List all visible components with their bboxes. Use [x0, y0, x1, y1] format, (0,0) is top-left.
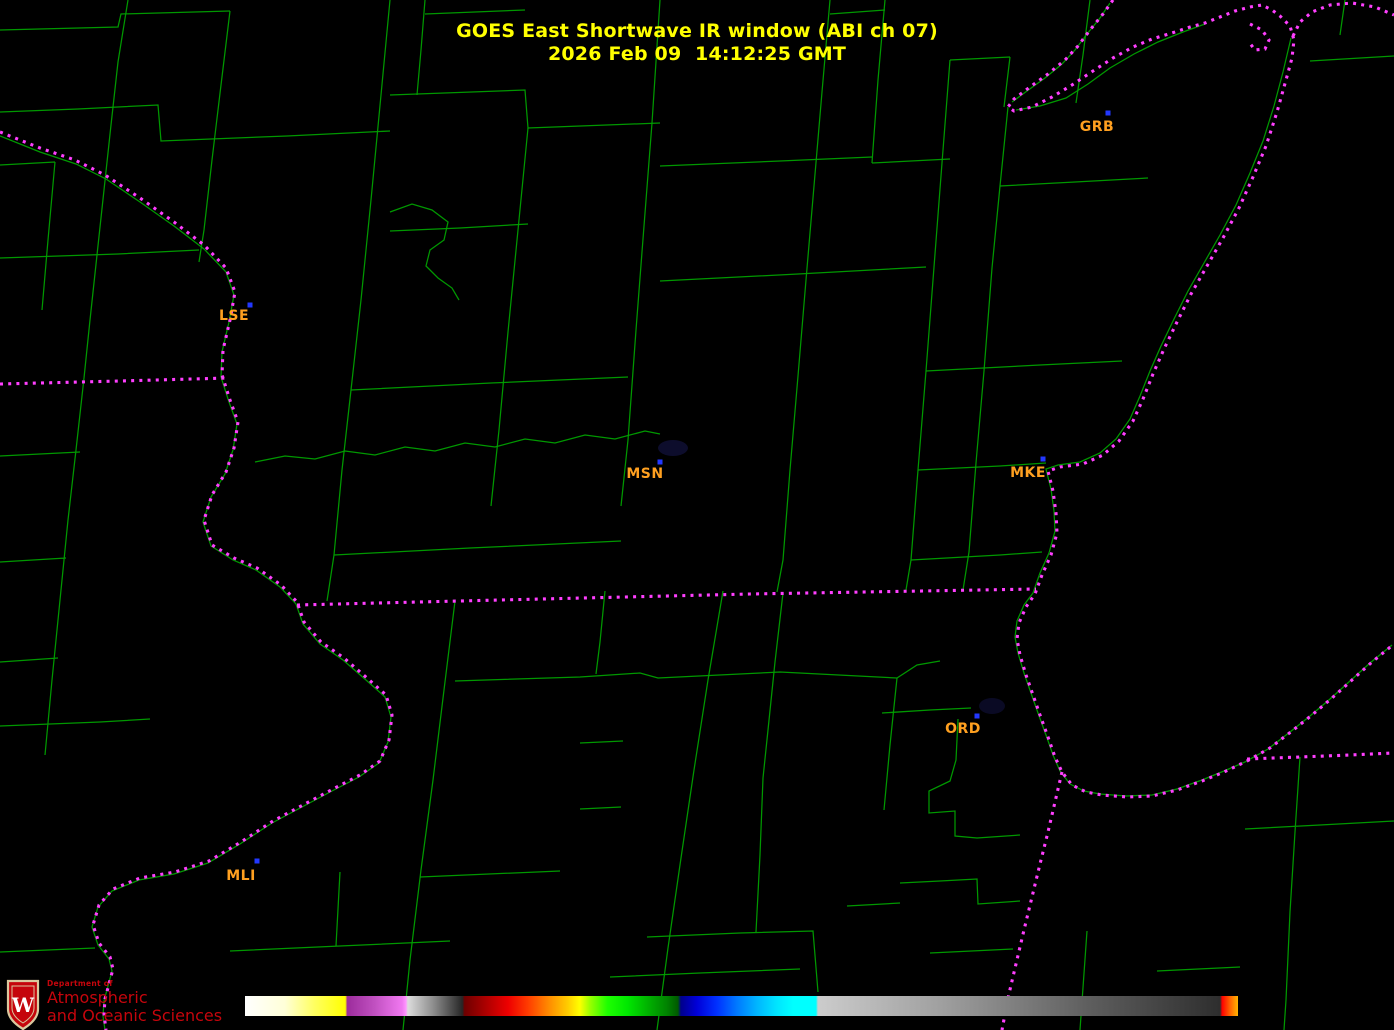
station-dot-ORD	[975, 714, 980, 719]
ir-imagery-blob	[658, 440, 688, 456]
county-boundary-line	[911, 552, 1042, 560]
state-border-line	[1247, 753, 1394, 759]
state-border-line	[0, 132, 392, 1030]
logo-text: Department of Atmospheric and Oceanic Sc…	[47, 980, 222, 1024]
county-boundary-line	[390, 224, 528, 231]
state-border-line	[0, 378, 228, 384]
county-boundary-line	[882, 708, 971, 713]
station-label-MKE: MKE	[1010, 465, 1046, 481]
station-label-LSE: LSE	[219, 308, 249, 324]
county-boundary-line	[830, 10, 885, 14]
county-boundary-line	[906, 60, 950, 590]
county-boundary-line	[926, 361, 1122, 371]
county-boundary-line	[580, 741, 623, 809]
station-label-MLI: MLI	[226, 868, 256, 884]
county-boundary-line	[660, 157, 872, 166]
crest-monogram: W	[11, 993, 35, 1017]
image-title-line2: 2026 Feb 09 14:12:25 GMT	[0, 43, 1394, 66]
county-boundary-line	[621, 0, 660, 506]
county-boundary-line	[351, 377, 628, 390]
state-border-line	[1008, 0, 1294, 797]
county-boundary-line	[403, 601, 455, 1030]
county-boundary-line	[657, 591, 723, 1030]
county-boundary-line	[963, 268, 992, 590]
temperature-colorbar	[245, 996, 1238, 1016]
station-label-MSN: MSN	[626, 466, 663, 482]
county-boundary-line	[1245, 757, 1394, 1030]
image-title: GOES East Shortwave IR window (ABI ch 07…	[0, 20, 1394, 66]
ir-imagery-blob	[979, 698, 1005, 714]
map-overlay: GRB LSE MSN MKE ORD MLI	[0, 0, 1394, 1030]
county-boundary-line	[660, 267, 926, 281]
county-boundary-line	[455, 661, 940, 681]
county-boundary-line	[0, 136, 391, 1030]
county-boundary-line	[872, 159, 950, 163]
county-boundary-line	[1000, 178, 1148, 186]
county-boundary-line	[610, 969, 800, 977]
county-boundary-line	[255, 431, 660, 462]
station-label-GRB: GRB	[1080, 119, 1114, 135]
state-border-line	[297, 589, 1036, 605]
county-boundary-line	[0, 162, 55, 310]
logo-dept-line: Department of	[47, 980, 222, 988]
county-boundary-line	[847, 903, 900, 906]
uw-crest-icon: W	[5, 979, 41, 1030]
county-boundary-line	[777, 0, 830, 592]
state-border-line	[1002, 772, 1062, 1030]
station-dot-GRB	[1106, 111, 1111, 116]
county-boundary-line	[390, 90, 660, 128]
county-boundary-line	[390, 204, 459, 300]
county-boundary-line	[596, 591, 605, 674]
county-boundary-line	[425, 10, 525, 14]
station-dot-MSN	[658, 460, 663, 465]
station-dot-MLI	[255, 859, 260, 864]
county-boundary-line	[0, 250, 199, 258]
uw-aos-logo: W Department of Atmospheric and Oceanic …	[5, 979, 235, 1029]
satellite-image-viewer: GRB LSE MSN MKE ORD MLI GOES East Shortwave I…	[0, 0, 1394, 1030]
county-boundary-line	[647, 931, 818, 992]
station-dot-LSE	[248, 303, 253, 308]
county-boundary-line	[756, 593, 783, 932]
county-boundary-line	[491, 128, 528, 506]
county-boundary-line	[992, 107, 1008, 268]
image-title-line1: GOES East Shortwave IR window (ABI ch 07…	[0, 20, 1394, 43]
county-boundary-line	[1015, 38, 1392, 796]
county-boundary-line	[884, 678, 897, 810]
logo-name-line2: and Oceanic Sciences	[47, 1008, 222, 1024]
station-label-ORD: ORD	[945, 721, 981, 737]
county-boundary-line	[0, 105, 390, 141]
county-boundary-line	[327, 0, 390, 601]
station-dot-MKE	[1041, 457, 1046, 462]
county-boundary-line	[0, 871, 560, 952]
county-boundary-line	[334, 541, 621, 555]
county-boundary-line	[0, 378, 150, 755]
logo-name-line1: Atmospheric	[47, 990, 222, 1006]
county-boundary-line	[900, 879, 1020, 904]
